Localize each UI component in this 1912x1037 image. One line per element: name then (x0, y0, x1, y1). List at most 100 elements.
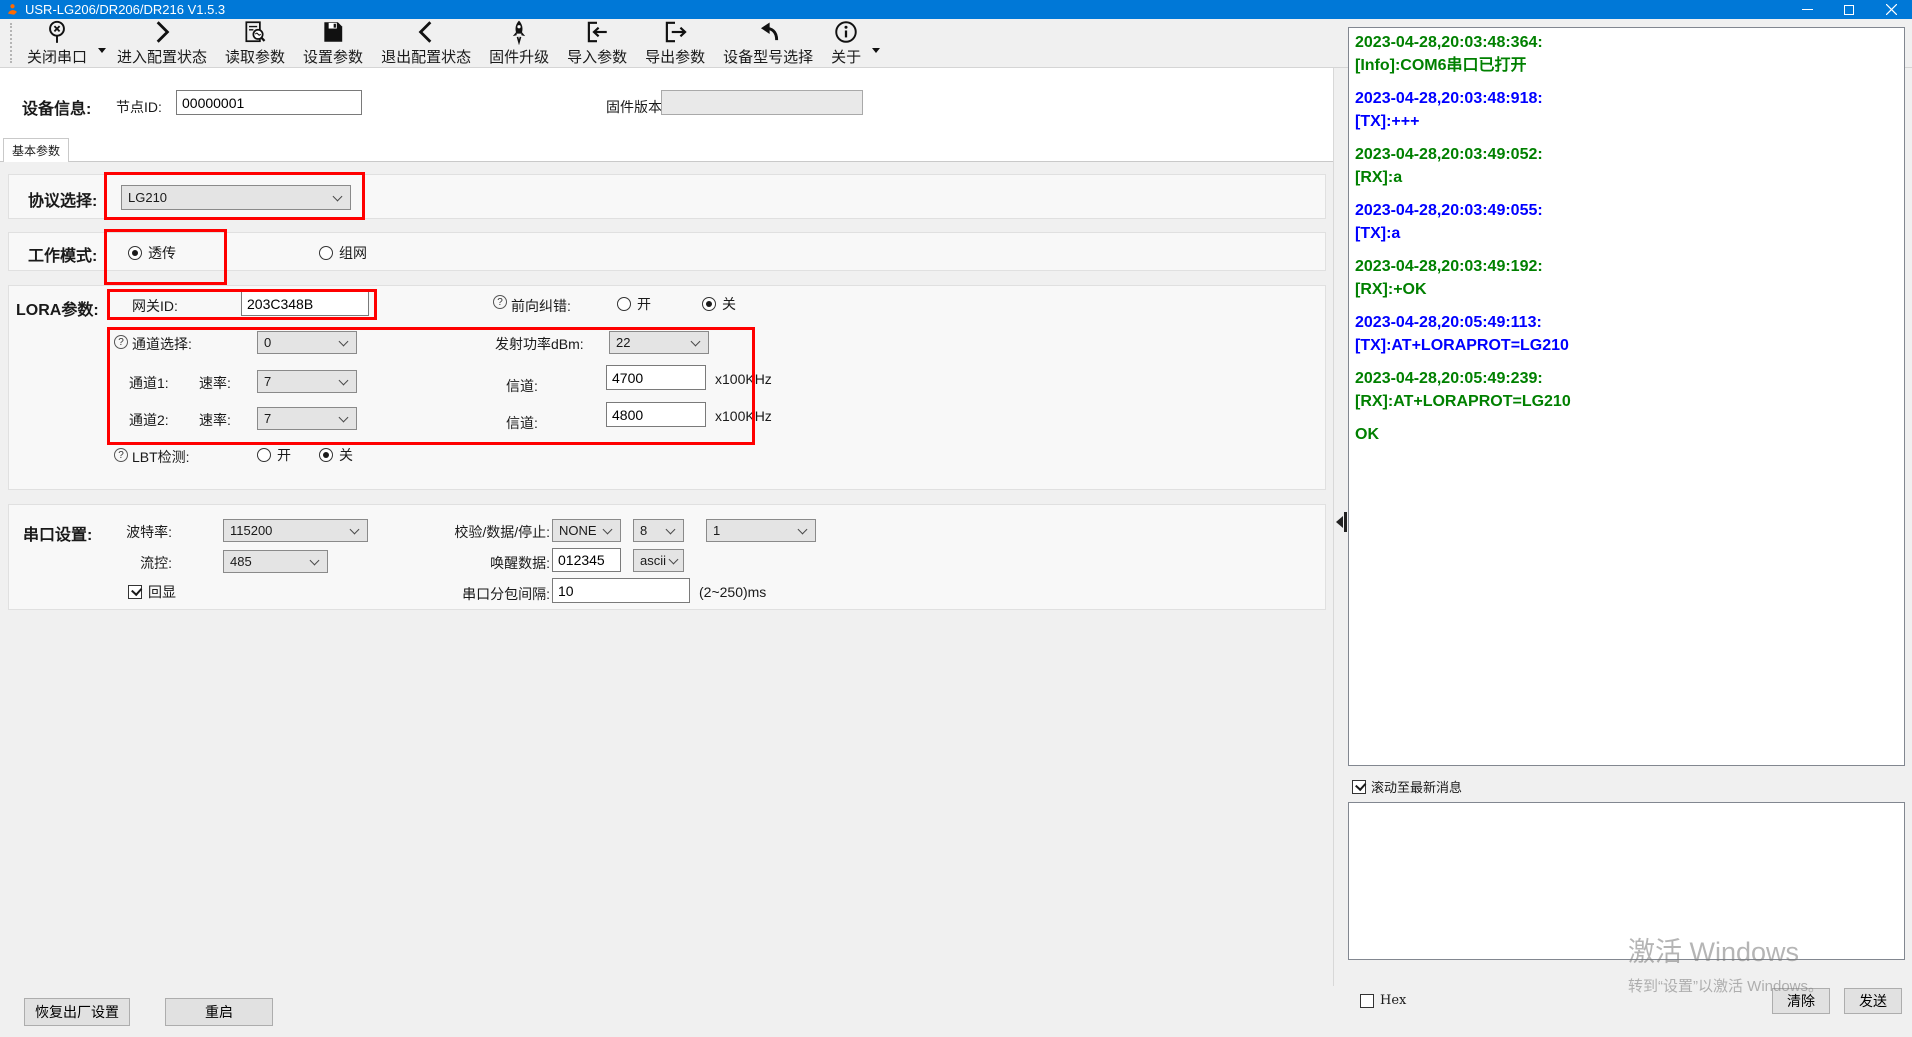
channel2-freq-label: 信道: (506, 413, 538, 433)
chevron-down-icon (691, 336, 701, 346)
toolbar-button-device-model-select[interactable]: 设备型号选择 (714, 19, 822, 67)
about-dropdown-caret-icon[interactable] (870, 19, 882, 67)
channel1-freq-label: 信道: (506, 376, 538, 396)
radio-lbt-on[interactable]: 开 (257, 445, 291, 465)
radio-network-mode[interactable]: 组网 (319, 243, 367, 263)
log-entry: 2023-04-28,20:03:49:192:[RX]:+OK (1355, 255, 1898, 301)
splitter-collapse-icon[interactable] (1336, 516, 1343, 528)
baud-rate-label: 波特率: (72, 522, 172, 542)
close-port-dropdown-caret-icon[interactable] (96, 19, 108, 67)
protocol-select[interactable]: LG210 (121, 185, 351, 210)
toolbar-button-export-params[interactable]: 导出参数 (636, 19, 714, 67)
restart-button[interactable]: 重启 (165, 998, 273, 1026)
radio-icon (319, 246, 333, 260)
parity-data-stop-label: 校验/数据/停止: (400, 522, 550, 542)
echo-label: 回显 (148, 584, 176, 600)
scroll-to-latest-checkbox[interactable]: 滚动至最新消息 (1352, 777, 1462, 796)
tab-basic-params[interactable]: 基本参数 (3, 138, 69, 162)
baud-rate-combo[interactable]: 115200 (223, 519, 368, 542)
toolbar-button-firmware-upgrade[interactable]: 固件升级 (480, 19, 558, 67)
radio-icon (257, 448, 271, 462)
minimize-button[interactable] (1786, 0, 1828, 19)
channel1-rate-combo[interactable]: 7 (257, 370, 357, 393)
channel1-freq-input[interactable] (606, 365, 706, 390)
toolbar-button-read-params[interactable]: 读取参数 (216, 19, 294, 67)
channel2-label: 通道2: (129, 410, 169, 430)
radio-fec-off[interactable]: 关 (702, 294, 736, 314)
log-output[interactable]: 2023-04-28,20:03:48:364:[Info]:COM6串口已打开… (1348, 27, 1905, 766)
flow-control-value: 485 (230, 554, 252, 569)
firmware-version-label: 固件版本: (606, 97, 666, 117)
tab-basic-params-label: 基本参数 (12, 142, 60, 159)
log-entry: 2023-04-28,20:05:49:239:[RX]:AT+LORAPROT… (1355, 367, 1898, 413)
toolbar-button-about[interactable]: 关于 (822, 19, 870, 67)
lora-section: LORA参数: 网关ID: ? 前向纠错: 开 关 ? 通道选择: 0 发射功率… (8, 285, 1326, 490)
channel2-rate-combo[interactable]: 7 (257, 407, 357, 430)
lbt-help-icon[interactable]: ? (114, 448, 128, 462)
close-button[interactable] (1870, 0, 1912, 19)
firmware-version-input (661, 90, 863, 115)
node-id-input[interactable] (176, 90, 362, 115)
log-entry: 2023-04-28,20:03:48:364:[Info]:COM6串口已打开 (1355, 31, 1898, 77)
channel1-label: 通道1: (129, 373, 169, 393)
flow-control-combo[interactable]: 485 (223, 550, 328, 573)
panel-splitter[interactable] (1333, 68, 1347, 986)
about-icon (833, 19, 859, 45)
bottom-bar: 恢复出厂设置 重启 (0, 986, 1333, 1037)
chevron-down-icon (339, 336, 349, 346)
tx-power-combo[interactable]: 22 (609, 331, 709, 354)
send-input[interactable] (1348, 802, 1905, 960)
toolbar-label: 关于 (831, 46, 861, 67)
radio-icon (319, 448, 333, 462)
toolbar-button-import-params[interactable]: 导入参数 (558, 19, 636, 67)
toolbar-button-save-params[interactable]: 设置参数 (294, 19, 372, 67)
serial-section: 串口设置: 波特率: 115200 校验/数据/停止: NONE 8 1 流控:… (8, 504, 1326, 610)
parity-value: NONE (559, 523, 597, 538)
toolbar-button-close-port[interactable]: 关闭串口 (18, 19, 96, 67)
channel1-rate-value: 7 (264, 374, 271, 389)
work-mode-label: 工作模式: (28, 242, 97, 266)
channel-select-combo[interactable]: 0 (257, 331, 357, 354)
radio-fec-on[interactable]: 开 (617, 294, 651, 314)
chevron-down-icon (669, 554, 679, 564)
flow-control-label: 流控: (72, 553, 172, 573)
chevron-down-icon (666, 524, 676, 534)
channel2-freq-unit: x100KHz (715, 408, 772, 424)
wake-data-input[interactable] (552, 548, 621, 572)
hex-checkbox[interactable]: Hex (1360, 993, 1406, 1008)
radio-transparent-label: 透传 (148, 245, 176, 261)
channel2-freq-input[interactable] (606, 402, 706, 427)
channel-select-help-icon[interactable]: ? (114, 335, 128, 349)
log-entry: OK (1355, 423, 1898, 446)
toolbar-button-enter-config[interactable]: 进入配置状态 (108, 19, 216, 67)
factory-reset-button[interactable]: 恢复出厂设置 (24, 998, 130, 1026)
config-form: 设备信息: 节点ID: 固件版本: 基本参数 协议选择: LG210 工作模式:… (0, 68, 1333, 986)
radio-lbt-off[interactable]: 关 (319, 445, 353, 465)
radio-transparent-mode[interactable]: 透传 (128, 243, 176, 263)
chevron-down-icon (603, 524, 613, 534)
splitter-handle[interactable] (1344, 512, 1347, 532)
toolbar-button-exit-config[interactable]: 退出配置状态 (372, 19, 480, 67)
checkbox-icon (1352, 780, 1366, 794)
packet-interval-input[interactable] (552, 578, 690, 603)
chevron-down-icon (350, 524, 360, 534)
radio-lbt-on-label: 开 (277, 447, 291, 463)
clear-button[interactable]: 清除 (1772, 988, 1830, 1014)
data-bits-combo[interactable]: 8 (633, 519, 684, 542)
lora-params-label: LORA参数: (16, 296, 99, 320)
app-logo-icon (6, 3, 19, 16)
baud-rate-value: 115200 (230, 523, 272, 538)
protocol-label: 协议选择: (28, 187, 97, 211)
data-bits-value: 8 (640, 523, 647, 538)
device-model-select-icon (755, 19, 781, 45)
parity-combo[interactable]: NONE (552, 519, 621, 542)
send-button[interactable]: 发送 (1844, 988, 1902, 1014)
stop-bits-combo[interactable]: 1 (706, 519, 816, 542)
gateway-id-input[interactable] (241, 291, 369, 316)
maximize-button[interactable] (1828, 0, 1870, 19)
echo-checkbox[interactable]: 回显 (128, 582, 176, 602)
wake-encoding-combo[interactable]: ascii (633, 549, 684, 572)
fec-help-icon[interactable]: ? (493, 295, 507, 309)
toolbar-label: 读取参数 (225, 46, 285, 67)
export-params-icon (662, 19, 688, 45)
